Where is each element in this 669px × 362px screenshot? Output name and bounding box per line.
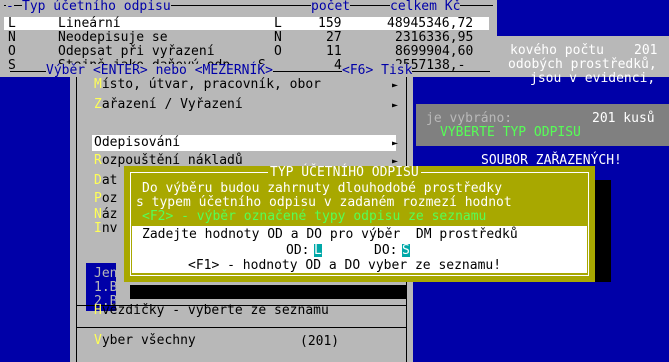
row-code: N xyxy=(8,30,16,45)
row-code: O xyxy=(8,44,16,59)
selected-label: je vybráno: xyxy=(426,111,513,126)
list-header-total: celkem Kč xyxy=(390,0,461,14)
menu-item-select-all[interactable]: Vyber všechny xyxy=(94,333,196,349)
select-all-count: (201) xyxy=(300,334,340,349)
row-count: 11 xyxy=(326,44,342,59)
row-code2: L xyxy=(274,16,282,31)
row-count: 27 xyxy=(326,30,342,45)
row-total: 2316336,95 xyxy=(395,30,474,45)
dialog-border-bottom xyxy=(130,275,589,276)
from-label: OD: xyxy=(286,243,310,258)
menu-divider xyxy=(76,327,407,328)
selected-value: 201 kusů xyxy=(592,111,655,126)
menu-left-border xyxy=(76,77,77,362)
list-row-L[interactable]: L Lineární L 159 48945346,72 xyxy=(4,17,489,30)
menu-item-assignment[interactable]: Zařazení / Vyřazení xyxy=(94,97,243,113)
list-header-marker: - xyxy=(6,0,14,14)
menu-item-depreciation[interactable]: Odepisování xyxy=(94,135,180,151)
dialog-shadow-right xyxy=(595,180,611,282)
list-header-count: počet xyxy=(311,0,351,14)
menu-item-poz[interactable]: Poz xyxy=(94,191,117,207)
info-line2: odobých prostředků, xyxy=(508,57,657,72)
range-prompt: Zadejte hodnoty OD a DO pro výběr DM pro… xyxy=(142,227,518,242)
menu-item-location[interactable]: Místo, útvar, pracovník, obor xyxy=(94,77,321,93)
info-count-value: 201 xyxy=(634,43,658,58)
to-label: DO: xyxy=(374,243,398,258)
row-name: Odepsat při vyřazení xyxy=(58,44,215,59)
info-count-label: kového počtu xyxy=(510,43,604,58)
dialog-line2: s typem účetního odpisu v zadaném rozmez… xyxy=(136,195,512,210)
range-input-area: Zadejte hodnoty OD a DO pro výběr DM pro… xyxy=(132,226,587,273)
row-name: Neodepisuje se xyxy=(58,30,168,45)
range-hint: <F1> - hodnoty OD a DO vyber ze seznamu! xyxy=(188,258,502,273)
menu-arrow-icon: ► xyxy=(392,100,399,111)
dialog-shadow-strip xyxy=(130,285,406,299)
info-line3: jsou v evidenci, xyxy=(530,71,656,86)
list-row-O[interactable]: O Odepsat při vyřazení O 11 8699904,60 xyxy=(4,45,489,58)
dialog-line1: Do výběru budou zahrnuty dlouhodobé pros… xyxy=(142,181,503,196)
row-code: L xyxy=(8,16,16,31)
dialog-border-right xyxy=(588,172,589,276)
menu-item-date[interactable]: Dat xyxy=(94,173,117,189)
row-name: Lineární xyxy=(58,16,121,31)
list-footer-print[interactable]: <F6> Tisk xyxy=(342,64,413,77)
select-type-hint: VYBERTE TYP ODPISU xyxy=(440,125,581,140)
row-count: 159 xyxy=(318,16,342,31)
menu-item-inventory[interactable]: Inv xyxy=(94,221,117,237)
row-total: 8699904,60 xyxy=(395,44,474,59)
dialog-border-left xyxy=(130,172,131,276)
menu-item-stars[interactable]: Hvězdičky - vyberte ze seznamu xyxy=(94,303,329,319)
odpis-type-list-panel: - Typ účetního odpisu počet celkem Kč L … xyxy=(0,0,497,77)
list-header-type: Typ účetního odpisu xyxy=(22,0,171,14)
menu-arrow-icon: ► xyxy=(392,138,399,149)
submenu-only[interactable]: Jen xyxy=(94,267,117,280)
row-total: 48945346,72 xyxy=(387,16,474,31)
row-code2: O xyxy=(274,44,282,59)
dialog-line3: <F2> - výběr označené typy odpisu ze sez… xyxy=(142,209,487,224)
to-input[interactable]: S xyxy=(402,244,410,257)
dialog-title: TYP ÚČETNÍHO ODPISU xyxy=(268,165,421,180)
menu-arrow-icon: ► xyxy=(392,80,399,91)
row-code2: N xyxy=(274,30,282,45)
submenu-option-1[interactable]: 1.B xyxy=(94,281,117,294)
list-footer-hint: Výběr <ENTER> nebo <MEZERNÍK> xyxy=(46,63,273,78)
from-input[interactable]: L xyxy=(314,244,322,257)
list-row-N[interactable]: N Neodepisuje se N 27 2316336,95 xyxy=(4,31,489,44)
